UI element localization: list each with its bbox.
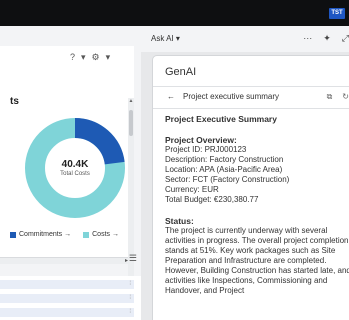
top-bar: TST bbox=[0, 0, 349, 26]
total-costs-value: 40.4K bbox=[61, 159, 89, 170]
expand-icon[interactable]: ⤢ bbox=[342, 33, 349, 44]
overview-heading: Project Overview: bbox=[165, 135, 237, 145]
chevron-down-icon[interactable]: ▾ bbox=[81, 52, 86, 63]
ask-ai-actions: ··· ✦ ⤢ bbox=[303, 33, 349, 44]
overview-line: Description: Factory Construction bbox=[165, 155, 284, 164]
legend-commitments[interactable]: Commitments → bbox=[19, 231, 71, 238]
table-card: ☰ ⁞ ⁞ ⁞ bbox=[0, 253, 141, 320]
status-heading: Status: bbox=[165, 216, 194, 226]
filter-icon[interactable]: ☰ bbox=[129, 253, 137, 264]
overview-section: Project Overview: Project ID: PRJ000123 … bbox=[165, 135, 349, 205]
copy-icon[interactable]: ⧉ bbox=[327, 92, 333, 102]
overview-line: Location: APA (Asia-Pacific Area) bbox=[165, 165, 283, 174]
donut-legend: Commitments → Costs → bbox=[10, 231, 119, 238]
divider bbox=[153, 108, 349, 109]
chevron-down-icon[interactable]: ▾ bbox=[106, 52, 111, 63]
total-costs-label: Total Costs bbox=[60, 171, 90, 177]
horizontal-scrollbar[interactable]: ▸ bbox=[0, 258, 134, 264]
status-section: Status: The project is currently underwa… bbox=[165, 216, 349, 296]
donut-center: 40.4K Total Costs bbox=[23, 116, 127, 220]
more-icon[interactable]: ··· bbox=[303, 33, 312, 44]
genai-panel: GenAI ← Project executive summary ⧉ ↻ Pr… bbox=[152, 55, 349, 320]
back-label[interactable]: Project executive summary bbox=[183, 92, 279, 101]
drag-handle-icon[interactable]: ⁞ bbox=[129, 281, 131, 287]
scroll-right-icon[interactable]: ▸ bbox=[125, 257, 128, 264]
commitments-swatch bbox=[10, 231, 16, 238]
ask-ai-bar: Ask AI ▾ ··· ✦ ⤢ bbox=[141, 26, 349, 52]
left-panel: ? ▾ ⚙ ▾ ts 40.4K Total Costs Commitments… bbox=[0, 26, 141, 320]
cost-card: ? ▾ ⚙ ▾ ts 40.4K Total Costs Commitments… bbox=[0, 46, 134, 283]
back-nav[interactable]: ← Project executive summary bbox=[167, 92, 279, 101]
back-arrow-icon[interactable]: ← bbox=[167, 92, 175, 101]
pin-icon[interactable]: ✦ bbox=[323, 33, 331, 44]
help-icon[interactable]: ? bbox=[70, 52, 75, 63]
overview-line: Currency: EUR bbox=[165, 185, 219, 194]
share-icon[interactable]: ↻ bbox=[342, 92, 349, 102]
scroll-thumb[interactable] bbox=[129, 110, 133, 136]
drag-handle-icon[interactable]: ⁞ bbox=[129, 309, 131, 315]
costs-swatch bbox=[83, 231, 90, 238]
overview-line: Project ID: PRJ000123 bbox=[165, 145, 247, 154]
overview-line: Sector: FCT (Factory Construction) bbox=[165, 175, 290, 184]
table-row[interactable]: ⁞ bbox=[0, 294, 134, 303]
environment-badge: TST bbox=[329, 8, 345, 19]
nav-actions: ⧉ ↻ bbox=[327, 92, 349, 102]
table-row[interactable]: ⁞ bbox=[0, 308, 134, 317]
card-toolbar: ? ▾ ⚙ ▾ bbox=[70, 52, 110, 63]
total-costs-donut: 40.4K Total Costs bbox=[23, 116, 127, 220]
card-title: ts bbox=[10, 96, 19, 107]
settings-icon[interactable]: ⚙ bbox=[92, 52, 100, 63]
legend-costs[interactable]: Costs → bbox=[92, 231, 119, 238]
ask-ai-dropdown[interactable]: Ask AI ▾ bbox=[151, 34, 180, 43]
divider bbox=[153, 86, 349, 87]
scroll-up-icon[interactable]: ▲ bbox=[128, 98, 134, 104]
table-row[interactable]: ⁞ bbox=[0, 280, 134, 289]
summary-heading: Project Executive Summary bbox=[165, 114, 277, 124]
summary-content: Project Executive Summary Project Overvi… bbox=[165, 114, 349, 296]
overview-line: Total Budget: €230,380.77 bbox=[165, 195, 259, 204]
drag-handle-icon[interactable]: ⁞ bbox=[129, 295, 131, 301]
status-text: The project is currently underway with s… bbox=[165, 226, 349, 295]
panel-title: GenAI bbox=[165, 66, 197, 78]
